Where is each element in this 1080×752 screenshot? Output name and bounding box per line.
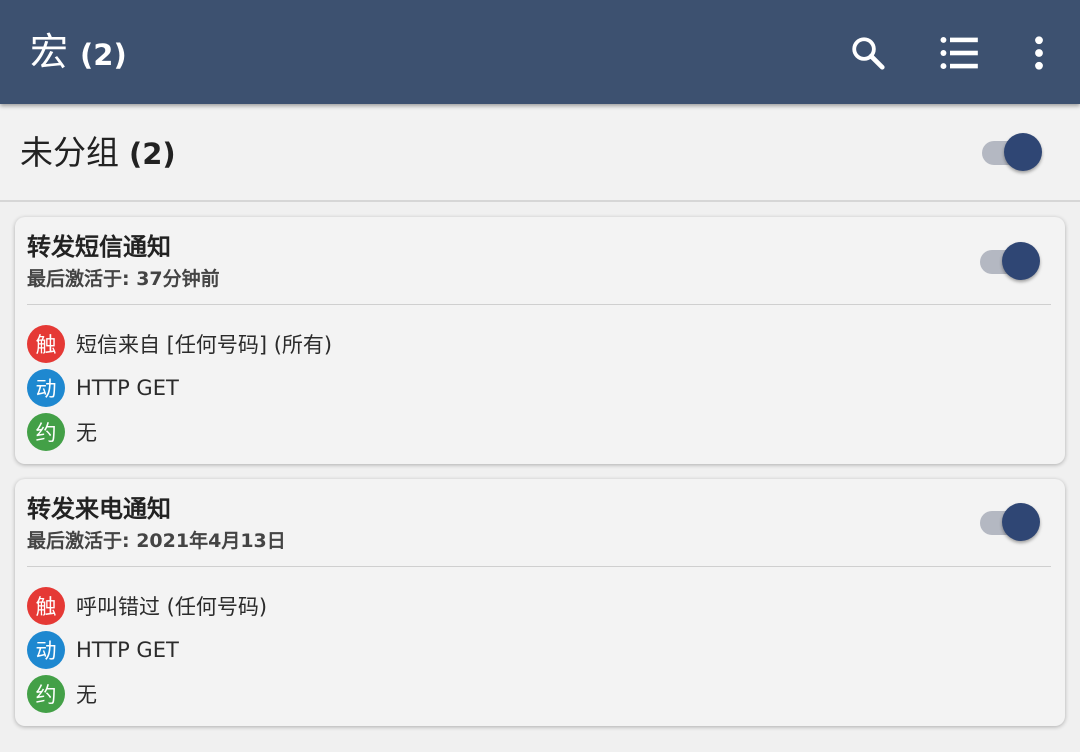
trigger-row: 触 短信来自 [任何号码] (所有) [27,324,332,364]
macro-card[interactable]: 转发来电通知 最后激活于: 2021年4月13日 触 呼叫错过 (任何号码) 动… [15,479,1065,726]
more-vert-icon [1035,36,1043,70]
group-header[interactable]: 未分组 (2) [0,104,1080,202]
action-text: HTTP GET [76,638,179,662]
action-row: 动 HTTP GET [27,368,179,408]
group-toggle[interactable] [980,132,1044,172]
page-title: 宏 (2) [30,24,127,83]
app-bar: 宏 (2) [0,0,1080,104]
macro-last-active: 最后激活于: 37分钟前 [27,268,220,290]
macro-count: (2) [80,38,127,72]
trigger-badge: 触 [27,325,65,363]
trigger-row: 触 呼叫错过 (任何号码) [27,586,267,626]
trigger-badge: 触 [27,587,65,625]
macro-card[interactable]: 转发短信通知 最后激活于: 37分钟前 触 短信来自 [任何号码] (所有) 动… [15,217,1065,464]
action-badge: 动 [27,631,65,669]
card-divider [27,304,1051,305]
macro-title: 转发来电通知 [27,495,171,523]
macro-last-active: 最后激活于: 2021年4月13日 [27,530,286,552]
constraint-text: 无 [76,683,97,707]
action-badge: 动 [27,369,65,407]
more-options-button[interactable] [1012,26,1066,80]
constraint-text: 无 [76,421,97,445]
constraint-row: 约 无 [27,674,97,714]
list-icon [940,36,978,70]
group-title-text: 未分组 [20,133,119,172]
group-title: 未分组 (2) [20,128,176,179]
constraint-row: 约 无 [27,412,97,452]
toggle-thumb [1002,242,1040,280]
action-row: 动 HTTP GET [27,630,179,670]
card-divider [27,566,1051,567]
action-text: HTTP GET [76,376,179,400]
search-icon [852,37,885,70]
constraint-badge: 约 [27,413,65,451]
group-count: (2) [129,137,176,171]
macro-toggle[interactable] [978,502,1042,542]
toggle-thumb [1002,503,1040,541]
search-button[interactable] [841,26,895,80]
trigger-text: 呼叫错过 (任何号码) [76,595,268,619]
page-title-text: 宏 [30,30,69,74]
constraint-badge: 约 [27,675,65,713]
macro-title: 转发短信通知 [27,233,171,261]
macro-toggle[interactable] [978,241,1042,281]
trigger-text: 短信来自 [任何号码] (所有) [76,333,333,357]
list-view-button[interactable] [932,26,986,80]
toggle-thumb [1004,133,1042,171]
